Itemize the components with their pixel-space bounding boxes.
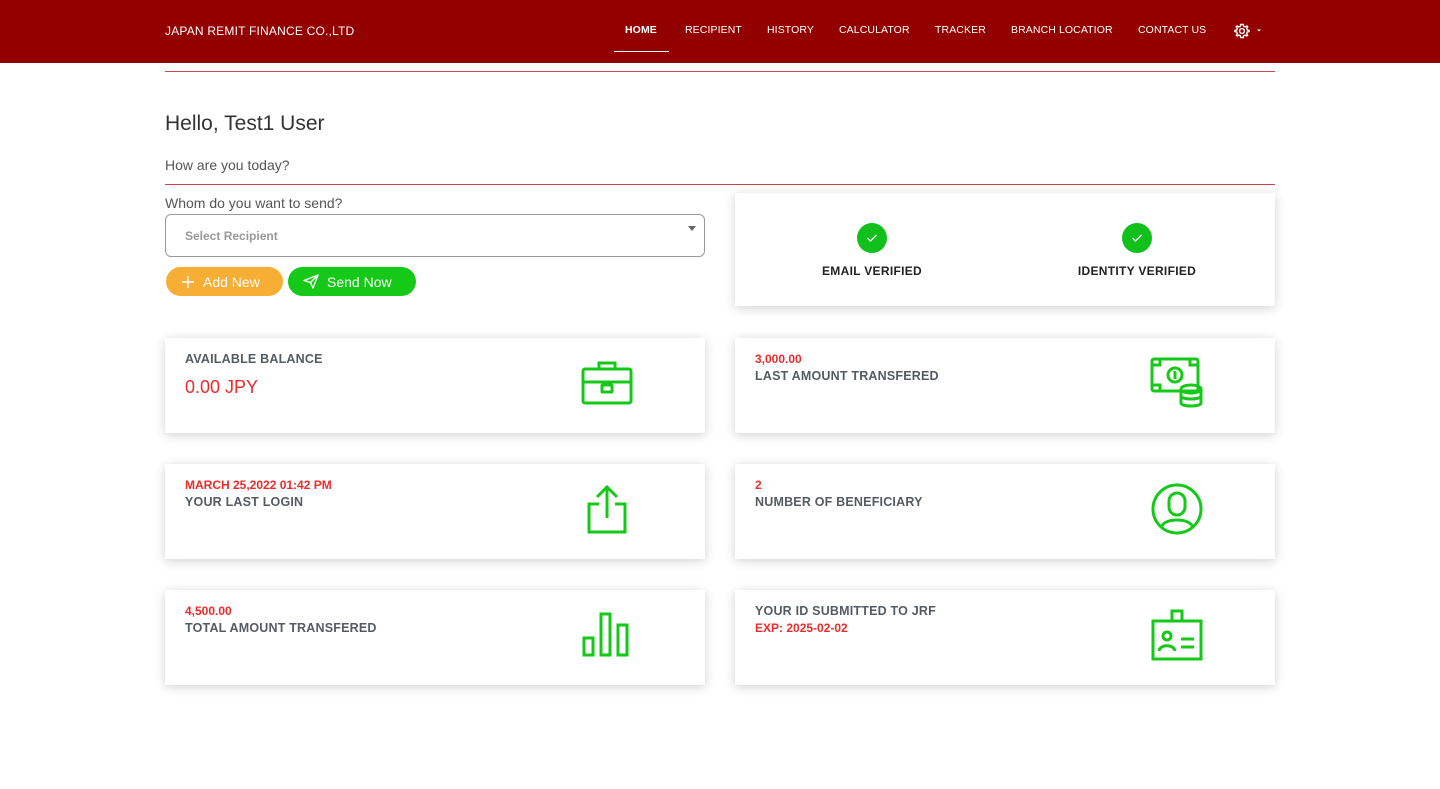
verification-card: EMAIL VERIFIED IDENTITY VERIFIED: [735, 193, 1275, 306]
beneficiary-count: 2: [755, 478, 762, 492]
nav-recipient[interactable]: RECIPIENT: [685, 24, 742, 36]
identity-check-icon: [1122, 223, 1152, 253]
last-login-label: YOUR LAST LOGIN: [185, 495, 304, 509]
greeting-title: Hello, Test1 User: [165, 112, 325, 135]
nav-tracker[interactable]: TRACKER: [935, 24, 986, 36]
beneficiary-label: NUMBER OF BENEFICIARY: [755, 495, 923, 509]
recipient-select[interactable]: Select Recipient: [165, 214, 705, 257]
last-login-value: MARCH 25,2022 01:42 PM: [185, 478, 332, 492]
money-coins-icon: [1150, 357, 1203, 408]
briefcase-icon: [581, 361, 633, 405]
add-new-button[interactable]: Add New: [166, 267, 283, 296]
greeting-subtitle: How are you today?: [165, 157, 290, 173]
identity-verified-label: IDENTITY VERIFIED: [1077, 264, 1197, 278]
email-check-icon: [857, 223, 887, 253]
user-circle-icon: [1151, 483, 1203, 535]
top-navbar: JAPAN REMIT FINANCE CO.,LTD HOME RECIPIE…: [0, 0, 1440, 63]
send-now-button[interactable]: Send Now: [288, 267, 416, 296]
email-verified-label: EMAIL VERIFIED: [822, 264, 922, 278]
beneficiary-card: 2 NUMBER OF BENEFICIARY: [735, 464, 1275, 559]
brand-name[interactable]: JAPAN REMIT FINANCE CO.,LTD: [165, 24, 354, 38]
nav-calculator[interactable]: CALCULATOR: [839, 24, 910, 36]
total-amount-value: 4,500.00: [185, 604, 232, 618]
greeting-divider: [165, 184, 1275, 185]
top-divider: [165, 71, 1275, 72]
nav-branch-location[interactable]: BRANCH LOCATIOR: [1011, 24, 1113, 36]
last-amount-label: LAST AMOUNT TRANSFERED: [755, 369, 939, 383]
nav-contact-us[interactable]: CONTACT US: [1138, 24, 1206, 36]
email-verified-item: EMAIL VERIFIED: [762, 223, 982, 278]
id-expiry-value: EXP: 2025-02-02: [755, 621, 848, 635]
settings-dropdown[interactable]: [1233, 21, 1261, 41]
caret-down-icon: [688, 226, 696, 231]
chevron-down-icon: [1257, 29, 1261, 32]
identity-verified-item: IDENTITY VERIFIED: [1027, 223, 1247, 278]
last-amount-value: 3,000.00: [755, 352, 802, 366]
recipient-prompt-label: Whom do you want to send?: [165, 195, 343, 211]
available-balance-label: AVAILABLE BALANCE: [185, 352, 323, 366]
total-amount-label: TOTAL AMOUNT TRANSFERED: [185, 621, 377, 635]
add-new-label: Add New: [203, 273, 260, 290]
gear-icon: [1234, 23, 1261, 39]
share-upload-icon: [587, 484, 627, 534]
available-balance-card: AVAILABLE BALANCE 0.00 JPY: [165, 338, 705, 433]
id-submitted-label: YOUR ID SUBMITTED TO JRF: [755, 604, 936, 618]
last-amount-card: 3,000.00 LAST AMOUNT TRANSFERED: [735, 338, 1275, 433]
total-amount-card: 4,500.00 TOTAL AMOUNT TRANSFERED: [165, 590, 705, 685]
nav-history[interactable]: HISTORY: [767, 24, 814, 36]
paper-plane-icon: [303, 274, 319, 289]
id-submitted-card: YOUR ID SUBMITTED TO JRF EXP: 2025-02-02: [735, 590, 1275, 685]
last-login-card: MARCH 25,2022 01:42 PM YOUR LAST LOGIN: [165, 464, 705, 559]
recipient-select-placeholder: Select Recipient: [185, 229, 278, 243]
active-nav-underline: [614, 51, 669, 52]
bar-chart-icon: [582, 612, 629, 657]
plus-icon: [182, 275, 194, 288]
available-balance-value: 0.00 JPY: [185, 377, 259, 397]
id-card-icon: [1151, 609, 1203, 661]
send-now-label: Send Now: [327, 273, 392, 290]
nav-home[interactable]: HOME: [625, 24, 657, 36]
